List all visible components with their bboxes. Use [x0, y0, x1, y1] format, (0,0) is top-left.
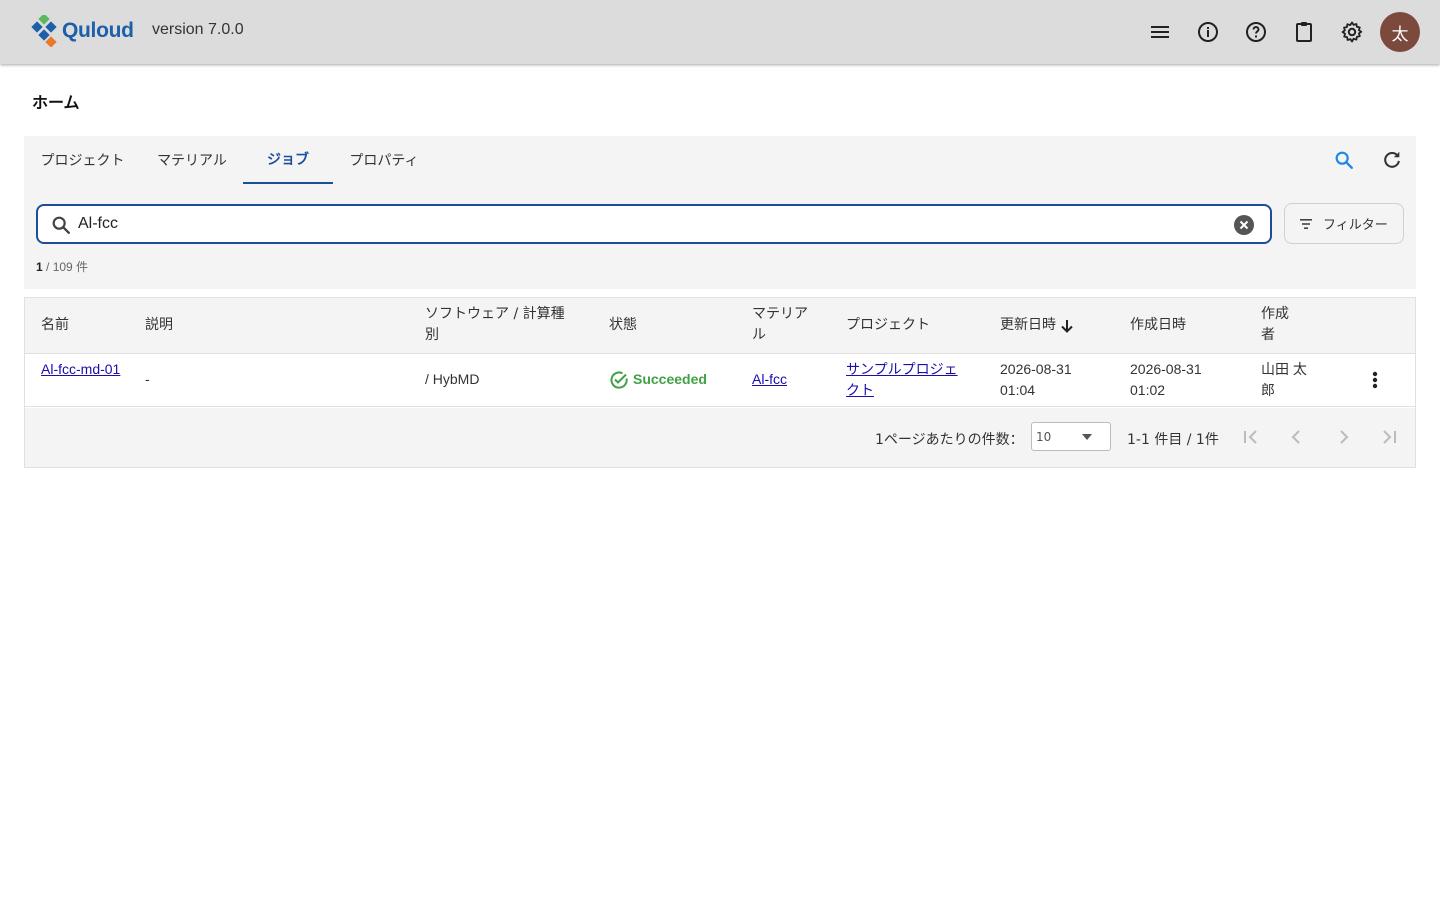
table-row[interactable]: Al-fcc-md-01 - / HybMD Succeeded Al-fcc … — [25, 354, 1415, 407]
job-description: - — [145, 371, 150, 387]
clear-search-button[interactable] — [1234, 215, 1254, 235]
col-created[interactable]: 作成日時 — [1130, 315, 1186, 336]
chevron-right-icon — [1340, 430, 1349, 444]
version-label: version 7.0.0 — [152, 21, 244, 38]
job-material-link[interactable]: Al-fcc — [752, 369, 787, 390]
info-button[interactable] — [1188, 12, 1228, 52]
filter-button[interactable]: フィルター — [1284, 203, 1404, 244]
refresh-button[interactable] — [1380, 148, 1404, 172]
job-project-link[interactable]: サンプルプロジェクト — [846, 359, 964, 401]
col-name[interactable]: 名前 — [41, 315, 69, 336]
help-icon — [1246, 22, 1266, 42]
result-count-shown: 1 — [36, 260, 43, 274]
page-title: ホーム — [32, 93, 80, 112]
result-count: 1 / 109 件 — [36, 258, 88, 275]
rows-per-page-value: 10 — [1036, 429, 1052, 444]
user-avatar[interactable]: 太 — [1380, 12, 1420, 52]
logo-text: Quloud — [62, 19, 134, 42]
settings-button[interactable] — [1332, 12, 1372, 52]
clipboard-icon — [1296, 22, 1312, 42]
dropdown-arrow-icon — [1082, 434, 1092, 440]
filter-icon — [1300, 218, 1312, 229]
result-count-total: / 109 件 — [42, 260, 89, 274]
last-page-icon — [1383, 430, 1396, 444]
logo-mark-icon — [31, 15, 57, 47]
gear-icon — [1341, 21, 1363, 43]
help-button[interactable] — [1236, 12, 1276, 52]
tab-projects[interactable]: プロジェクト — [24, 136, 141, 184]
col-status[interactable]: 状態 — [609, 315, 637, 336]
page-range-label: 1-1 件目 / 1件 — [1127, 432, 1219, 448]
col-project[interactable]: プロジェクト — [846, 315, 930, 336]
quloud-logo[interactable]: Quloud — [30, 15, 134, 47]
job-software: / HybMD — [425, 371, 480, 387]
col-updated[interactable]: 更新日時 — [1000, 315, 1075, 336]
job-status: Succeeded — [609, 369, 707, 390]
tab-properties[interactable]: プロパティ — [333, 136, 435, 184]
col-updated-label: 更新日時 — [1000, 317, 1056, 333]
check-circle-icon — [610, 371, 628, 389]
next-page-button[interactable] — [1331, 425, 1355, 449]
info-icon — [1198, 22, 1218, 42]
table-header: 名前 説明 ソフトウェア / 計算種別 状態 マテリアル プロジェクト 更新日時… — [25, 298, 1415, 354]
refresh-icon — [1384, 151, 1400, 168]
rows-per-page-label: 1ページあたりの件数： — [875, 432, 1024, 448]
jobs-table: 名前 説明 ソフトウェア / 計算種別 状態 マテリアル プロジェクト 更新日時… — [24, 297, 1416, 468]
job-author: 山田 太郎 — [1261, 361, 1307, 398]
clipboard-button[interactable] — [1284, 12, 1324, 52]
menu-icon — [1151, 26, 1169, 38]
search-box — [36, 204, 1272, 244]
sort-descending-icon — [1061, 319, 1073, 333]
clear-icon — [1234, 215, 1254, 235]
row-actions-button[interactable] — [1363, 368, 1387, 392]
job-updated: 2026-08-31 01:04 — [1000, 361, 1072, 398]
first-page-icon — [1244, 430, 1257, 444]
more-vertical-icon — [1372, 371, 1378, 389]
col-software[interactable]: ソフトウェア / 計算種別 — [425, 304, 565, 346]
menu-button[interactable] — [1140, 12, 1180, 52]
col-description[interactable]: 説明 — [145, 315, 173, 336]
chevron-left-icon — [1291, 430, 1300, 444]
first-page-button[interactable] — [1239, 425, 1263, 449]
search-input[interactable] — [78, 213, 1218, 235]
search-icon — [1335, 151, 1353, 169]
col-material[interactable]: マテリアル — [752, 304, 812, 346]
job-name-link[interactable]: Al-fcc-md-01 — [41, 359, 121, 380]
app-header: Quloud version 7.0.0 太 — [0, 0, 1440, 64]
tab-materials[interactable]: マテリアル — [141, 136, 243, 184]
prev-page-button[interactable] — [1285, 425, 1309, 449]
filter-label: フィルター — [1323, 218, 1388, 233]
job-status-label: Succeeded — [633, 371, 707, 387]
table-pagination: 1ページあたりの件数： 10 1-1 件目 / 1件 — [25, 408, 1415, 467]
tab-jobs[interactable]: ジョブ — [243, 136, 333, 184]
search-icon — [52, 216, 70, 234]
col-author[interactable]: 作成者 — [1261, 304, 1297, 346]
last-page-button[interactable] — [1377, 425, 1401, 449]
rows-per-page-select[interactable]: 10 — [1031, 422, 1111, 451]
job-created: 2026-08-31 01:02 — [1130, 361, 1202, 398]
jobs-panel: プロジェクト マテリアル ジョブ プロパティ フィルター 1 / 109 件 — [24, 136, 1416, 289]
search-toggle-button[interactable] — [1332, 148, 1356, 172]
